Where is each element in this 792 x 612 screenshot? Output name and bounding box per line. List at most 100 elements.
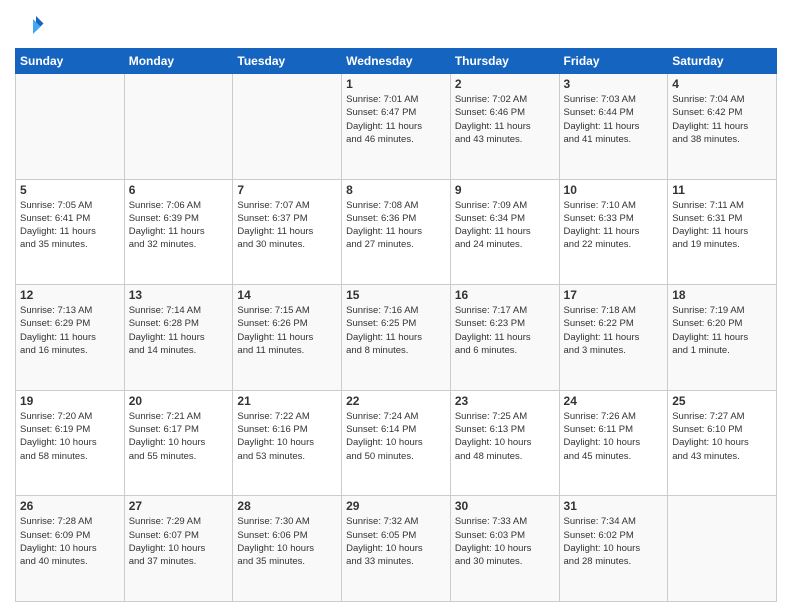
- day-number: 18: [672, 288, 772, 302]
- day-info: Sunrise: 7:03 AM Sunset: 6:44 PM Dayligh…: [564, 93, 664, 146]
- day-info: Sunrise: 7:28 AM Sunset: 6:09 PM Dayligh…: [20, 515, 120, 568]
- day-number: 1: [346, 77, 446, 91]
- day-number: 28: [237, 499, 337, 513]
- logo: [15, 10, 47, 40]
- table-row: 13 Sunrise: 7:14 AM Sunset: 6:28 PM Dayli…: [124, 285, 233, 391]
- day-number: 13: [129, 288, 229, 302]
- day-info: Sunrise: 7:33 AM Sunset: 6:03 PM Dayligh…: [455, 515, 555, 568]
- day-number: 2: [455, 77, 555, 91]
- table-row: 29Sunrise: 7:32 AM Sunset: 6:05 PM Dayli…: [342, 496, 451, 602]
- day-info: Sunrise: 7:10 AM Sunset: 6:33 PM Dayligh…: [564, 199, 664, 252]
- col-friday: Friday: [559, 49, 668, 74]
- col-thursday: Thursday: [450, 49, 559, 74]
- calendar-week-row: 19 Sunrise: 7:20 AM Sunset: 6:19 PM Dayli…: [16, 390, 777, 496]
- header: [15, 10, 777, 40]
- table-row: 25 Sunrise: 7:27 AM Sunset: 6:10 PM Dayli…: [668, 390, 777, 496]
- table-row: 6 Sunrise: 7:06 AM Sunset: 6:39 PM Daylig…: [124, 179, 233, 285]
- table-row: 10 Sunrise: 7:10 AM Sunset: 6:33 PM Dayli…: [559, 179, 668, 285]
- day-info: Sunrise: 7:29 AM Sunset: 6:07 PM Dayligh…: [129, 515, 229, 568]
- day-info: Sunrise: 7:19 AM Sunset: 6:20 PM Dayligh…: [672, 304, 772, 357]
- table-row: 31 Sunrise: 7:34 AM Sunset: 6:02 PM Dayli…: [559, 496, 668, 602]
- day-info: Sunrise: 7:20 AM Sunset: 6:19 PM Dayligh…: [20, 410, 120, 463]
- table-row: [668, 496, 777, 602]
- table-row: [16, 74, 125, 180]
- day-number: 26: [20, 499, 120, 513]
- day-info: Sunrise: 7:07 AM Sunset: 6:37 PM Dayligh…: [237, 199, 337, 252]
- day-info: Sunrise: 7:18 AM Sunset: 6:22 PM Dayligh…: [564, 304, 664, 357]
- day-number: 21: [237, 394, 337, 408]
- day-info: Sunrise: 7:16 AM Sunset: 6:25 PM Dayligh…: [346, 304, 446, 357]
- table-row: 3 Sunrise: 7:03 AM Sunset: 6:44 PM Daylig…: [559, 74, 668, 180]
- day-number: 17: [564, 288, 664, 302]
- day-info: Sunrise: 7:22 AM Sunset: 6:16 PM Dayligh…: [237, 410, 337, 463]
- table-row: 23 Sunrise: 7:25 AM Sunset: 6:13 PM Dayli…: [450, 390, 559, 496]
- day-number: 5: [20, 183, 120, 197]
- table-row: 4 Sunrise: 7:04 AM Sunset: 6:42 PM Daylig…: [668, 74, 777, 180]
- day-info: Sunrise: 7:26 AM Sunset: 6:11 PM Dayligh…: [564, 410, 664, 463]
- table-row: 5 Sunrise: 7:05 AM Sunset: 6:41 PM Daylig…: [16, 179, 125, 285]
- day-number: 6: [129, 183, 229, 197]
- day-number: 27: [129, 499, 229, 513]
- logo-icon: [15, 10, 45, 40]
- table-row: 26 Sunrise: 7:28 AM Sunset: 6:09 PM Dayli…: [16, 496, 125, 602]
- table-row: [124, 74, 233, 180]
- day-number: 22: [346, 394, 446, 408]
- day-info: Sunrise: 7:21 AM Sunset: 6:17 PM Dayligh…: [129, 410, 229, 463]
- col-wednesday: Wednesday: [342, 49, 451, 74]
- day-info: Sunrise: 7:13 AM Sunset: 6:29 PM Dayligh…: [20, 304, 120, 357]
- day-number: 10: [564, 183, 664, 197]
- calendar-table: Sunday Monday Tuesday Wednesday Thursday…: [15, 48, 777, 602]
- table-row: [233, 74, 342, 180]
- calendar-week-row: 5 Sunrise: 7:05 AM Sunset: 6:41 PM Daylig…: [16, 179, 777, 285]
- day-info: Sunrise: 7:24 AM Sunset: 6:14 PM Dayligh…: [346, 410, 446, 463]
- col-tuesday: Tuesday: [233, 49, 342, 74]
- table-row: 30 Sunrise: 7:33 AM Sunset: 6:03 PM Dayli…: [450, 496, 559, 602]
- table-row: 1Sunrise: 7:01 AM Sunset: 6:47 PM Daylig…: [342, 74, 451, 180]
- day-number: 19: [20, 394, 120, 408]
- page: Sunday Monday Tuesday Wednesday Thursday…: [0, 0, 792, 612]
- day-number: 24: [564, 394, 664, 408]
- col-sunday: Sunday: [16, 49, 125, 74]
- day-info: Sunrise: 7:15 AM Sunset: 6:26 PM Dayligh…: [237, 304, 337, 357]
- table-row: 22 Sunrise: 7:24 AM Sunset: 6:14 PM Dayli…: [342, 390, 451, 496]
- day-number: 3: [564, 77, 664, 91]
- day-number: 29: [346, 499, 446, 513]
- table-row: 14 Sunrise: 7:15 AM Sunset: 6:26 PM Dayli…: [233, 285, 342, 391]
- day-info: Sunrise: 7:05 AM Sunset: 6:41 PM Dayligh…: [20, 199, 120, 252]
- table-row: 24 Sunrise: 7:26 AM Sunset: 6:11 PM Dayli…: [559, 390, 668, 496]
- col-monday: Monday: [124, 49, 233, 74]
- day-number: 8: [346, 183, 446, 197]
- day-info: Sunrise: 7:34 AM Sunset: 6:02 PM Dayligh…: [564, 515, 664, 568]
- day-info: Sunrise: 7:04 AM Sunset: 6:42 PM Dayligh…: [672, 93, 772, 146]
- day-number: 25: [672, 394, 772, 408]
- table-row: 7 Sunrise: 7:07 AM Sunset: 6:37 PM Daylig…: [233, 179, 342, 285]
- day-number: 14: [237, 288, 337, 302]
- calendar-week-row: 12Sunrise: 7:13 AM Sunset: 6:29 PM Dayli…: [16, 285, 777, 391]
- table-row: 28Sunrise: 7:30 AM Sunset: 6:06 PM Dayli…: [233, 496, 342, 602]
- day-number: 11: [672, 183, 772, 197]
- table-row: 19 Sunrise: 7:20 AM Sunset: 6:19 PM Dayli…: [16, 390, 125, 496]
- day-info: Sunrise: 7:11 AM Sunset: 6:31 PM Dayligh…: [672, 199, 772, 252]
- calendar-week-row: 1Sunrise: 7:01 AM Sunset: 6:47 PM Daylig…: [16, 74, 777, 180]
- day-number: 23: [455, 394, 555, 408]
- day-number: 7: [237, 183, 337, 197]
- day-number: 20: [129, 394, 229, 408]
- day-info: Sunrise: 7:25 AM Sunset: 6:13 PM Dayligh…: [455, 410, 555, 463]
- day-number: 31: [564, 499, 664, 513]
- day-number: 30: [455, 499, 555, 513]
- day-info: Sunrise: 7:17 AM Sunset: 6:23 PM Dayligh…: [455, 304, 555, 357]
- table-row: 15 Sunrise: 7:16 AM Sunset: 6:25 PM Dayli…: [342, 285, 451, 391]
- table-row: 21 Sunrise: 7:22 AM Sunset: 6:16 PM Dayli…: [233, 390, 342, 496]
- day-info: Sunrise: 7:06 AM Sunset: 6:39 PM Dayligh…: [129, 199, 229, 252]
- table-row: 12Sunrise: 7:13 AM Sunset: 6:29 PM Dayli…: [16, 285, 125, 391]
- table-row: 9Sunrise: 7:09 AM Sunset: 6:34 PM Daylig…: [450, 179, 559, 285]
- day-info: Sunrise: 7:14 AM Sunset: 6:28 PM Dayligh…: [129, 304, 229, 357]
- table-row: 18 Sunrise: 7:19 AM Sunset: 6:20 PM Dayli…: [668, 285, 777, 391]
- day-info: Sunrise: 7:27 AM Sunset: 6:10 PM Dayligh…: [672, 410, 772, 463]
- calendar-header-row: Sunday Monday Tuesday Wednesday Thursday…: [16, 49, 777, 74]
- day-info: Sunrise: 7:08 AM Sunset: 6:36 PM Dayligh…: [346, 199, 446, 252]
- table-row: 20 Sunrise: 7:21 AM Sunset: 6:17 PM Dayli…: [124, 390, 233, 496]
- day-number: 15: [346, 288, 446, 302]
- day-info: Sunrise: 7:02 AM Sunset: 6:46 PM Dayligh…: [455, 93, 555, 146]
- day-number: 4: [672, 77, 772, 91]
